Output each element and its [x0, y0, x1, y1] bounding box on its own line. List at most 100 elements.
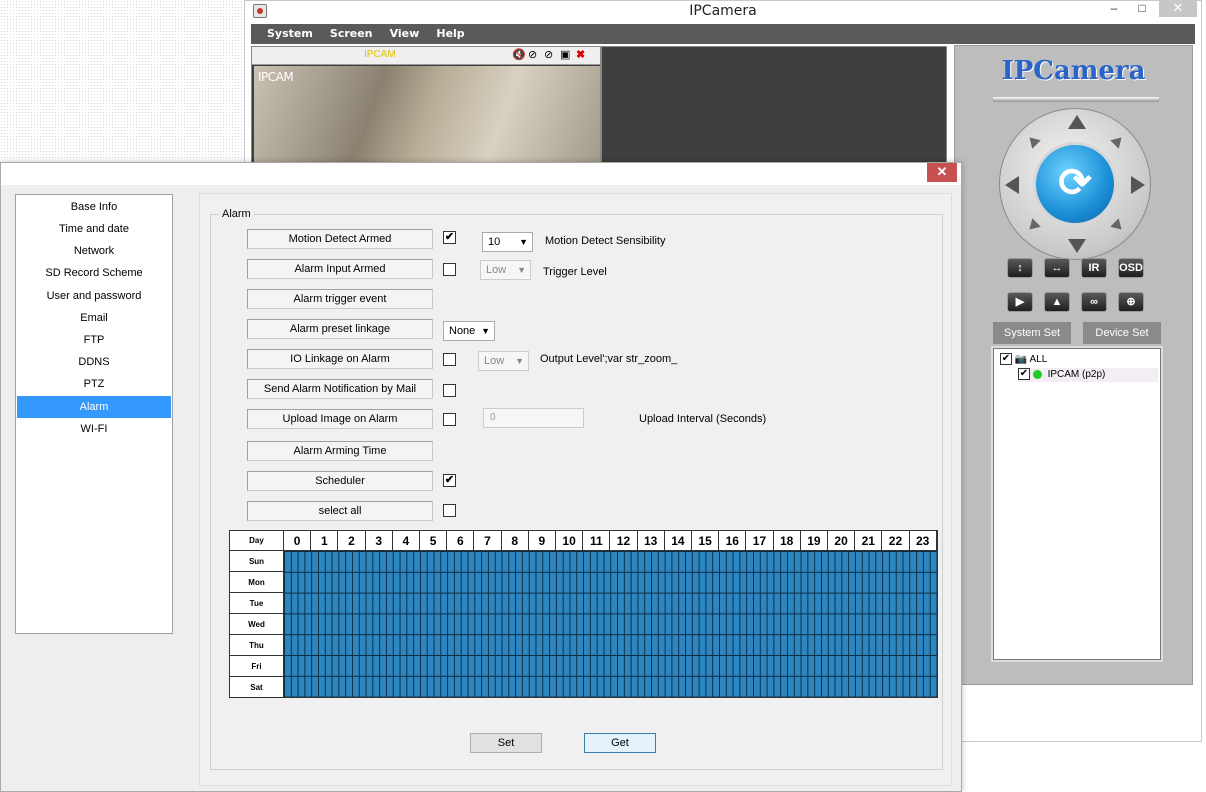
label-scheduler: Scheduler	[247, 471, 433, 491]
snapshot-icon[interactable]: ▣	[560, 49, 570, 61]
center-button[interactable]: ⊕	[1118, 292, 1144, 312]
schedule-hour-header: 15	[692, 531, 720, 551]
tree-root-all[interactable]: ✔ 📷 ALL	[1000, 353, 1047, 367]
motion-detect-armed-checkbox[interactable]: ✔	[443, 231, 456, 244]
tree-device-checkbox[interactable]: ✔	[1018, 368, 1030, 381]
label-alarm-preset-linkage: Alarm preset linkage	[247, 319, 433, 339]
schedule-hour-header: 1	[311, 531, 339, 551]
record-off-icon[interactable]: ⊘	[528, 49, 537, 61]
alarm-input-armed-checkbox[interactable]	[443, 263, 456, 276]
mute-icon[interactable]: 🔇	[512, 49, 526, 61]
tree-root-label: ALL	[1029, 354, 1048, 365]
preset-linkage-select[interactable]: None ▼	[443, 321, 495, 341]
nav-ptz[interactable]: PTZ	[17, 373, 171, 395]
scheduler-checkbox[interactable]: ✔	[443, 474, 456, 487]
schedule-hour-header: 13	[637, 531, 665, 551]
schedule-hour-header: 23	[909, 531, 937, 551]
maximize-button[interactable]: □	[1129, 1, 1155, 17]
osd-button[interactable]: OSD	[1118, 258, 1144, 278]
pan-down-right-arrow-icon[interactable]	[1110, 218, 1126, 234]
window-title: IPCamera	[689, 3, 757, 19]
menu-system[interactable]: System	[261, 24, 319, 44]
pan-up-right-arrow-icon[interactable]	[1110, 133, 1126, 149]
schedule-hour-header: 11	[583, 531, 611, 551]
ptz-panel: IPCamera ⟳ ↕ ↔ IR OSD ▶ ▲ ∞ ⊕ System Set…	[954, 45, 1193, 685]
schedule-grid: Day 0 1 2 3 4 5 6 7 8 9 10 11 12 13 14 15 16 17 18 19 20 21 22 2…	[229, 530, 938, 698]
select-all-checkbox[interactable]	[443, 504, 456, 517]
nav-base-info[interactable]: Base Info	[17, 196, 171, 218]
tree-root-checkbox[interactable]: ✔	[1000, 353, 1012, 366]
send-mail-checkbox[interactable]	[443, 384, 456, 397]
settings-dialog: ✕ Base Info Time and date Network SD Rec…	[0, 162, 962, 792]
menu-help[interactable]: Help	[430, 24, 470, 44]
schedule-hour-header: 0	[284, 531, 312, 551]
talk-off-icon[interactable]: ⊘	[544, 49, 553, 61]
tree-device-item[interactable]: ✔ IPCAM (p2p)	[1018, 368, 1158, 382]
pan-up-left-arrow-icon[interactable]	[1025, 133, 1041, 149]
infinite-cruise-button[interactable]: ∞	[1081, 292, 1107, 312]
video-overlay-label: IPCAM	[258, 70, 294, 84]
close-icon[interactable]: ✖	[576, 49, 585, 61]
set-button[interactable]: Set	[470, 733, 542, 753]
schedule-hour-header: 18	[773, 531, 801, 551]
get-button[interactable]: Get	[584, 733, 656, 753]
motion-sensibility-select[interactable]: 10 ▼	[482, 232, 533, 252]
nav-network[interactable]: Network	[17, 240, 171, 262]
device-tree: ✔ 📷 ALL ✔ IPCAM (p2p)	[991, 346, 1163, 662]
output-level-select[interactable]: Low ▼	[478, 351, 529, 371]
schedule-hour-header: 14	[664, 531, 692, 551]
camera-group-icon: 📷	[1014, 354, 1028, 365]
dialog-title-bar[interactable]: ✕	[1, 163, 961, 185]
settings-nav: Base Info Time and date Network SD Recor…	[15, 194, 173, 634]
tab-device-set[interactable]: Device Set	[1083, 322, 1161, 344]
menu-screen[interactable]: Screen	[324, 24, 379, 44]
upload-image-checkbox[interactable]	[443, 413, 456, 426]
nav-user-and-password[interactable]: User and password	[17, 285, 171, 307]
chevron-down-icon: ▼	[481, 326, 490, 336]
flip-horizontal-button[interactable]: ▶	[1007, 292, 1033, 312]
motion-sensibility-label: Motion Detect Sensibility	[545, 235, 666, 247]
menu-view[interactable]: View	[384, 24, 426, 44]
flip-vertical-button[interactable]: ▲	[1044, 292, 1070, 312]
alarm-settings-panel: Alarm Motion Detect Armed ✔ 10 ▼ Motion D…	[199, 193, 952, 786]
nav-wifi[interactable]: WI-FI	[17, 418, 171, 440]
tab-system-set[interactable]: System Set	[993, 322, 1071, 344]
pan-down-left-arrow-icon[interactable]	[1025, 218, 1041, 234]
vertical-cruise-button[interactable]: ↕	[1007, 258, 1033, 278]
pan-up-arrow-icon[interactable]	[1068, 115, 1086, 129]
label-io-linkage: IO Linkage on Alarm	[247, 349, 433, 369]
refresh-center-icon[interactable]: ⟳	[1033, 142, 1117, 226]
video-feed[interactable]: IPCAM	[254, 66, 600, 166]
pan-down-arrow-icon[interactable]	[1068, 239, 1086, 253]
nav-time-and-date[interactable]: Time and date	[17, 218, 171, 240]
schedule-hour-header: 16	[719, 531, 747, 551]
pan-left-arrow-icon[interactable]	[1005, 176, 1019, 194]
ir-button[interactable]: IR	[1081, 258, 1107, 278]
motion-sensibility-value: 10	[488, 236, 501, 248]
nav-sd-record-scheme[interactable]: SD Record Scheme	[17, 262, 171, 284]
schedule-hour-header: 6	[447, 531, 475, 551]
nav-email[interactable]: Email	[17, 307, 171, 329]
trigger-level-select[interactable]: Low ▼	[480, 260, 531, 280]
schedule-slots[interactable]	[284, 551, 937, 697]
online-status-icon	[1032, 369, 1042, 379]
schedule-day-label: Sun	[230, 551, 284, 572]
close-button[interactable]: ✕	[1159, 1, 1197, 17]
dialog-close-button[interactable]: ✕	[927, 163, 957, 182]
schedule-day-label: Wed	[230, 614, 284, 635]
schedule-day-header: Day	[230, 531, 284, 551]
nav-alarm[interactable]: Alarm	[17, 396, 171, 418]
minimize-button[interactable]: –	[1101, 1, 1127, 17]
video-divider	[600, 47, 602, 167]
chevron-down-icon: ▼	[519, 237, 528, 247]
schedule-day-label: Thu	[230, 635, 284, 656]
upload-interval-input[interactable]: 0	[483, 408, 584, 428]
io-linkage-checkbox[interactable]	[443, 353, 456, 366]
chevron-down-icon: ▼	[517, 265, 526, 275]
nav-ftp[interactable]: FTP	[17, 329, 171, 351]
video-camera-name: IPCAM	[364, 49, 396, 60]
horizontal-cruise-button[interactable]: ↔	[1044, 258, 1070, 278]
pan-right-arrow-icon[interactable]	[1131, 176, 1145, 194]
title-bar[interactable]: IPCamera – □ ✕	[245, 1, 1201, 23]
nav-ddns[interactable]: DDNS	[17, 351, 171, 373]
